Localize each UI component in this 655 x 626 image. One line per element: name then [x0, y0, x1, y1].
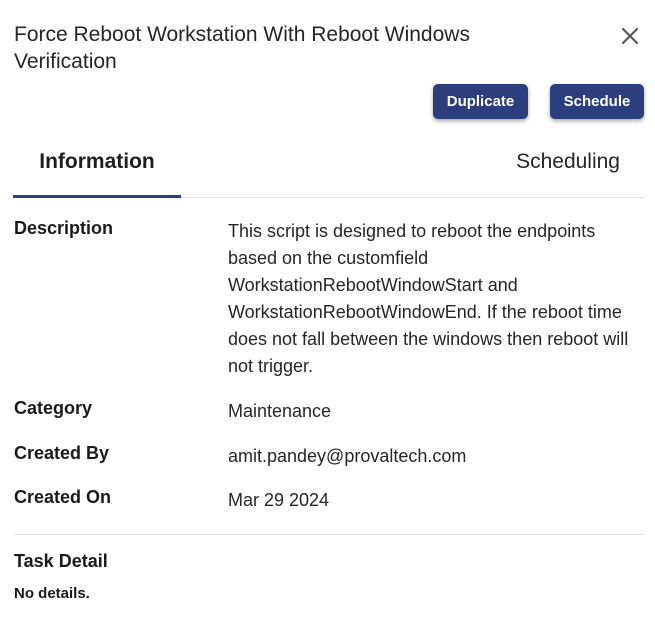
created-by-value: amit.pandey@provaltech.com — [228, 446, 467, 466]
dialog-title: Force Reboot Workstation With Reboot Win… — [14, 23, 470, 73]
description-label: Description — [14, 218, 114, 238]
schedule-button[interactable]: Schedule — [550, 84, 644, 119]
created-by-label: Created By — [14, 443, 110, 463]
close-button[interactable] — [614, 20, 646, 52]
duplicate-button[interactable]: Duplicate — [433, 84, 528, 119]
section-divider — [14, 534, 644, 535]
task-detail-heading: Task Detail — [14, 551, 108, 571]
tab-information[interactable]: Information — [13, 140, 181, 198]
tab-bar: Information Scheduling — [13, 140, 644, 198]
script-detail-panel: Force Reboot Workstation With Reboot Win… — [0, 0, 655, 626]
description-value: This script is designed to reboot the en… — [228, 221, 629, 376]
category-label: Category — [14, 398, 93, 418]
tab-scheduling[interactable]: Scheduling — [516, 140, 620, 196]
task-detail-body: No details. — [14, 585, 90, 602]
created-on-value: Mar 29 2024 — [228, 490, 330, 510]
category-value: Maintenance — [228, 401, 332, 421]
close-icon — [621, 27, 639, 45]
created-on-label: Created On — [14, 487, 112, 507]
